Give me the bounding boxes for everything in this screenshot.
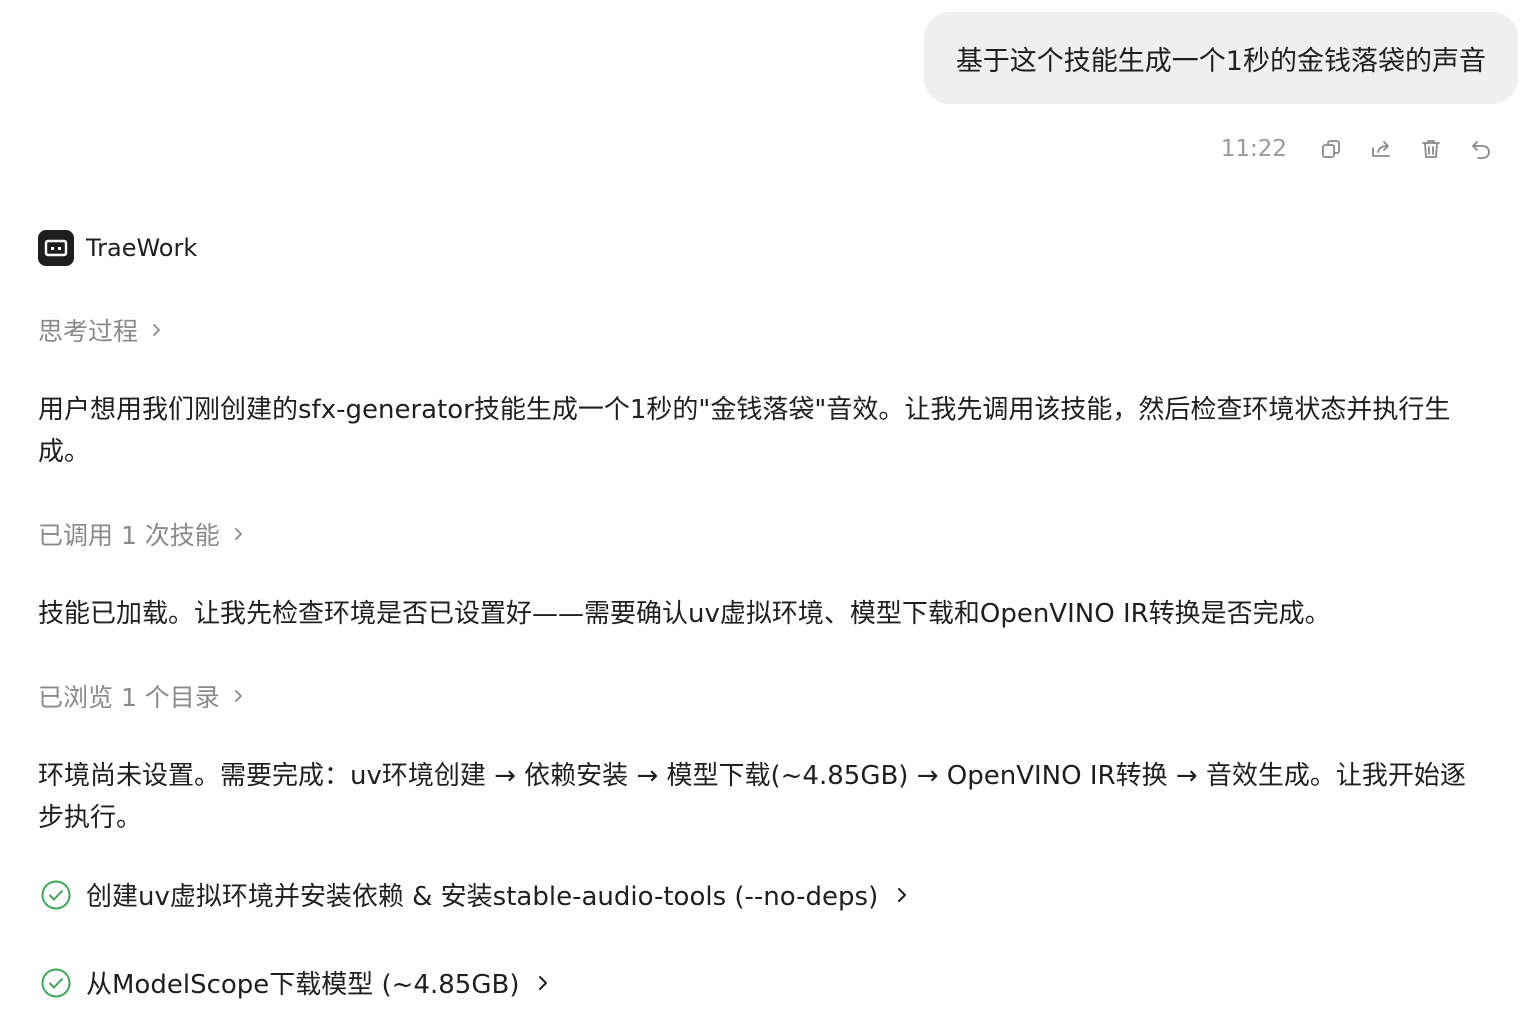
check-circle-icon: [40, 879, 72, 911]
thinking-process-toggle[interactable]: 思考过程: [38, 312, 168, 348]
task-label: 从ModelScope下载模型 (~4.85GB): [86, 970, 520, 1000]
browsed-directory-label: 已浏览 1 个目录: [38, 683, 220, 712]
chevron-right-icon: [896, 886, 908, 904]
task-row-create-env[interactable]: 创建uv虚拟环境并安装依赖 & 安装stable-audio-tools (--…: [40, 876, 908, 913]
undo-icon[interactable]: [1467, 135, 1495, 163]
task-label: 创建uv虚拟环境并安装依赖 & 安装stable-audio-tools (--…: [86, 882, 879, 912]
task-row-download-model[interactable]: 从ModelScope下载模型 (~4.85GB): [40, 964, 549, 1001]
skills-called-label: 已调用 1 次技能: [38, 521, 220, 550]
user-message-text: 基于这个技能生成一个1秒的金钱落袋的声音: [955, 45, 1486, 77]
browsed-directory-toggle[interactable]: 已浏览 1 个目录: [38, 678, 250, 714]
check-circle-icon: [40, 967, 72, 999]
share-icon[interactable]: [1367, 135, 1395, 163]
chevron-right-icon: [234, 526, 250, 542]
assistant-name: TraeWork: [86, 234, 198, 262]
thinking-process-label: 思考过程: [38, 317, 139, 346]
chevron-right-icon: [537, 974, 549, 992]
traework-logo-icon: [38, 230, 74, 266]
assistant-header: TraeWork: [38, 230, 197, 266]
message-meta-row: 11:22: [1221, 130, 1495, 168]
assistant-paragraph-1: 用户想用我们刚创建的sfx-generator技能生成一个1秒的"金钱落袋"音效…: [38, 395, 1451, 467]
message-timestamp: 11:22: [1220, 136, 1287, 162]
chevron-right-icon: [234, 688, 250, 704]
assistant-paragraph-3: 环境尚未设置。需要完成：uv环境创建 → 依赖安装 → 模型下载(~4.85GB…: [38, 761, 1466, 833]
copy-icon[interactable]: [1317, 135, 1345, 163]
delete-icon[interactable]: [1417, 135, 1445, 163]
chat-view: 基于这个技能生成一个1秒的金钱落袋的声音 11:22 TraeWork 思考过程…: [0, 0, 1537, 1018]
assistant-paragraph-2: 技能已加载。让我先检查环境是否已设置好——需要确认uv虚拟环境、模型下载和Ope…: [38, 599, 1331, 629]
skills-called-toggle[interactable]: 已调用 1 次技能: [38, 516, 250, 552]
user-message-bubble: 基于这个技能生成一个1秒的金钱落袋的声音: [923, 12, 1518, 104]
chevron-right-icon: [152, 322, 168, 338]
